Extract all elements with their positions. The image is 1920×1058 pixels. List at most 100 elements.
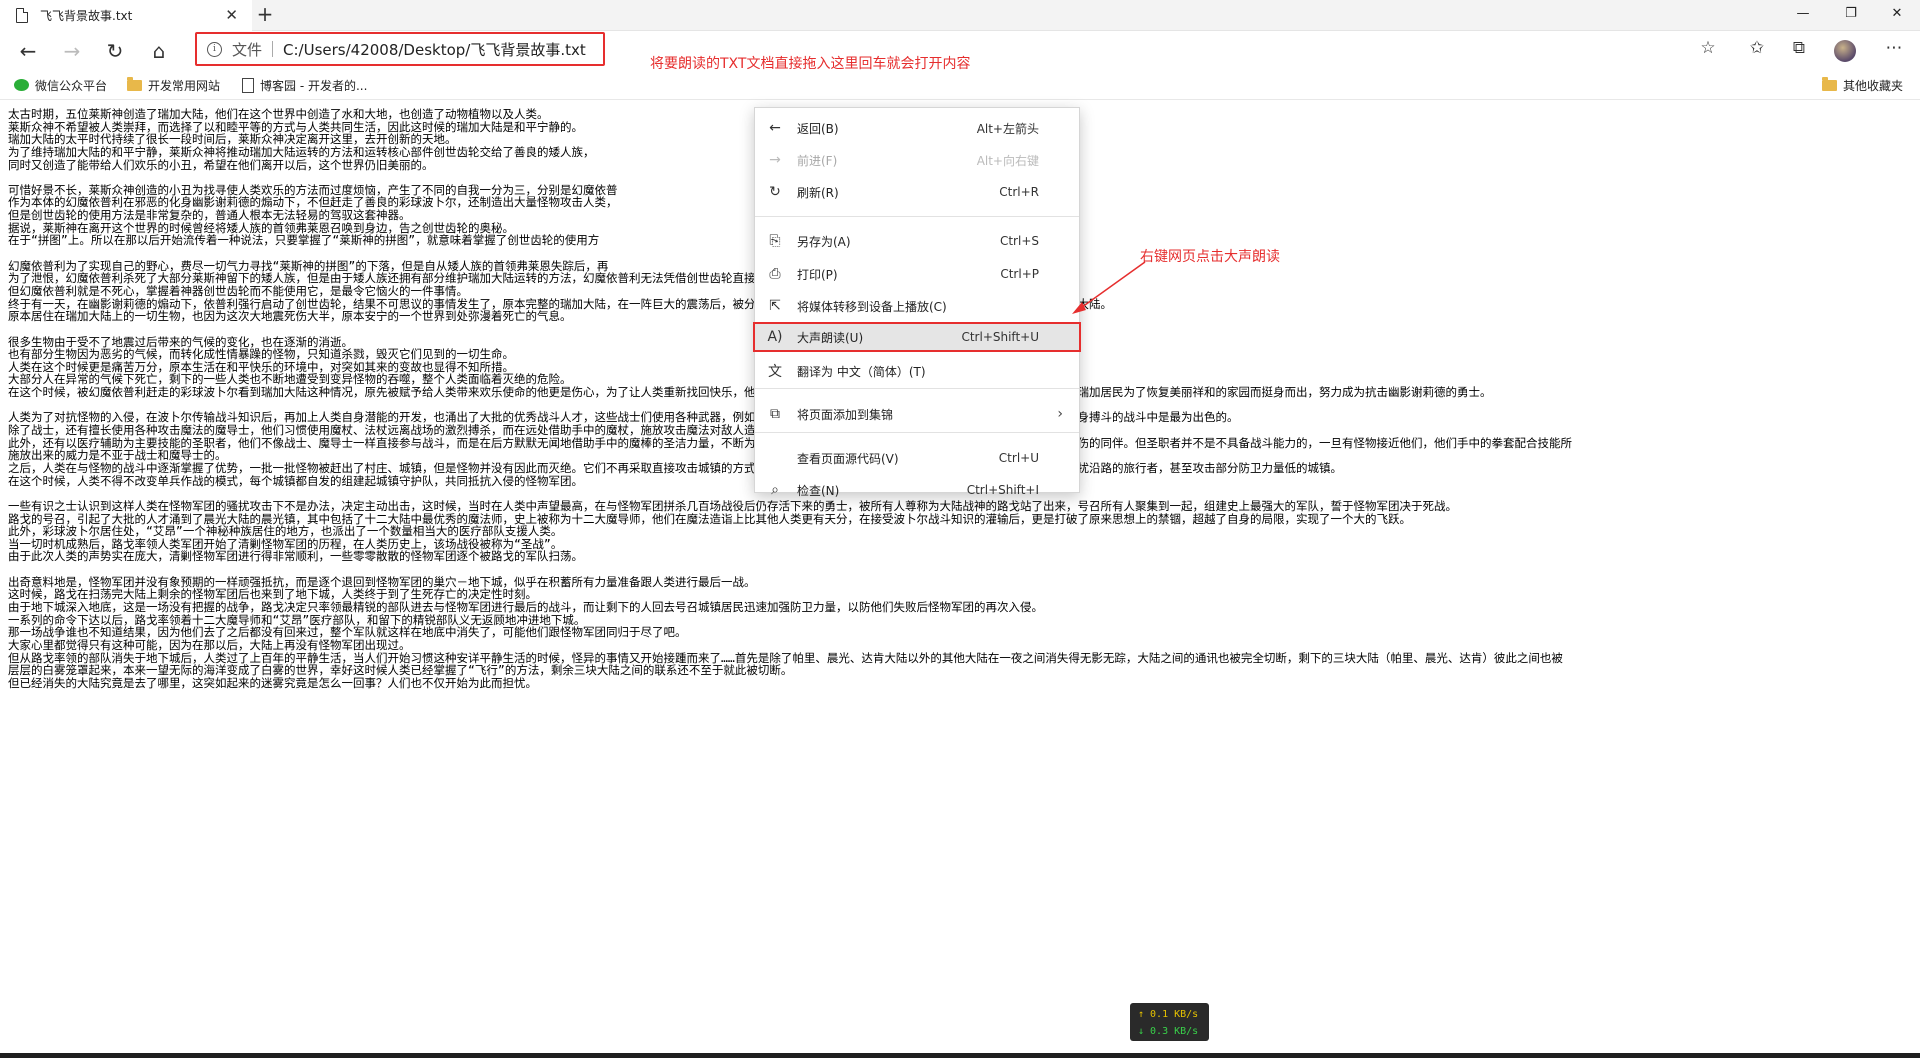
- text-line: 大家心里都觉得只有这种可能，因为在那以后，大陆上再没有怪物军团出现过。: [8, 638, 411, 652]
- menu-item-add-to-collections[interactable]: ⧉ 将页面添加到集锦 ›: [755, 399, 1079, 429]
- annotation-right-click-hint: 右键网页点击大声朗读: [1140, 249, 1280, 265]
- network-speed-widget: ↑ 0.1 KB/s ↓ 0.3 KB/s: [1130, 1003, 1209, 1041]
- new-tab-button[interactable]: +: [252, 2, 278, 28]
- more-menu-icon[interactable]: ⋯: [1880, 34, 1908, 62]
- menu-item-label: 翻译为 中文（简体）(T): [797, 364, 926, 379]
- menu-item-shortcut: Ctrl+U: [998, 451, 1039, 465]
- inspect-icon: ⌕: [771, 482, 779, 498]
- menu-item-label: 前进(F): [797, 153, 838, 168]
- menu-item-translate[interactable]: 文翻译为 中文（简体）(T): [755, 356, 1079, 386]
- menu-item-shortcut: Ctrl+P: [1000, 267, 1039, 281]
- taskbar: [0, 1053, 1920, 1058]
- menu-item-shortcut: Ctrl+Shift+I: [966, 483, 1039, 497]
- refresh-button[interactable]: ↻: [99, 35, 131, 67]
- menu-item-forward: → 前进(F) Alt+向右键: [755, 145, 1079, 175]
- text-line: 当一切时机成熟后，路戈率领人类军团开始了清剿怪物军团的历程，在人类历史上，该场战…: [8, 537, 563, 551]
- address-url[interactable]: C:/Users/42008/Desktop/飞飞背景故事.txt: [283, 39, 586, 60]
- text-line: 由于此次人类的声势实在庞大，清剿怪物军团进行得非常顺利，一些零零散散的怪物军团逐…: [8, 550, 583, 564]
- menu-item-label: 刷新(R): [797, 185, 839, 200]
- text-line: 路戈的号召，引起了大批的人才涌到了晨光大陆的晨光镇，其中包括了十二大陆中最优秀的…: [8, 512, 1411, 526]
- menu-item-label: 将页面添加到集锦: [797, 407, 894, 422]
- upload-speed: ↑ 0.1 KB/s: [1138, 1009, 1199, 1020]
- address-divider: [272, 41, 274, 57]
- menu-item-shortcut: Ctrl+S: [999, 234, 1039, 248]
- menu-item-cast-media[interactable]: ⇱ 将媒体转移到设备上播放(C): [755, 291, 1079, 321]
- other-favorites-label: 其他收藏夹: [1843, 78, 1904, 93]
- other-favorites[interactable]: 其他收藏夹: [1822, 75, 1903, 95]
- tab-strip: 飞飞背景故事.txt ✕ + — ❐ ✕: [0, 0, 1920, 31]
- menu-item-label: 另存为(A): [797, 234, 851, 249]
- favorites-bar: 微信公众平台 开发常用网站 博客园 - 开发者的... 其他收藏夹: [0, 71, 1920, 100]
- window-close-button[interactable]: ✕: [1874, 0, 1920, 30]
- favorite-label: 博客园 - 开发者的...: [260, 78, 368, 93]
- text-line: 那一场战争谁也不知道结果，因为他们去了之后都没有回来过，整个军队就这样在地底中消…: [8, 626, 687, 639]
- document-icon: [16, 8, 28, 23]
- page-icon: [242, 77, 254, 93]
- back-icon: ←: [769, 120, 781, 136]
- text-line: 这时候，路戈在扫荡完大陆上剩余的怪物军团后也来到了地下城，人类终于到了生死存亡的…: [8, 588, 537, 601]
- menu-item-shortcut: Ctrl+Shift+U: [961, 330, 1039, 344]
- menu-item-print[interactable]: ⎙ 打印(P) Ctrl+P: [755, 259, 1079, 289]
- chevron-right-icon: ›: [1057, 406, 1063, 422]
- text-line: 层层的白雾笼罩起来，本来一望无际的海洋变成了白雾的世界，幸好这时候人类已经掌握了…: [8, 664, 793, 677]
- favorite-wechat[interactable]: 微信公众平台: [14, 75, 107, 95]
- menu-item-inspect[interactable]: ⌕ 检查(N) Ctrl+Shift+I: [755, 475, 1079, 505]
- text-line: 但从路戈率领的部队消失于地下城后，人类过了上百年的平静生活，当人们开始习惯这种安…: [8, 651, 1563, 665]
- favorites-icon[interactable]: ✩: [1743, 34, 1771, 62]
- menu-item-shortcut: Alt+向右键: [976, 153, 1039, 168]
- menu-item-label: 将媒体转移到设备上播放(C): [797, 299, 947, 314]
- menu-item-refresh[interactable]: ↻ 刷新(R) Ctrl+R: [755, 177, 1079, 207]
- text-line: 一系列的命令下达以后，路戈率领着十二大魔导师和“艾昂”医疗部队，和留下的精锐部队…: [8, 613, 586, 627]
- home-button[interactable]: ⌂: [143, 35, 175, 67]
- menu-item-view-source[interactable]: 查看页面源代码(V) Ctrl+U: [755, 443, 1079, 473]
- menu-item-label: 返回(B): [797, 121, 839, 136]
- collections-icon: ⧉: [770, 406, 780, 422]
- text-line: 但已经消失的大陆究竟是去了哪里，这突如起来的迷雾究竟是怎么一回事？人们也不仅开始…: [8, 676, 537, 690]
- print-icon: ⎙: [769, 266, 781, 282]
- context-menu: ← 返回(B) Alt+左箭头 → 前进(F) Alt+向右键 ↻ 刷新(R) Ctrl+R ⎘ 另…: [753, 107, 1081, 498]
- text-line: 由于地下城深入地底，这是一场没有把握的战争，路戈决定只率领最精锐的部队进去与怪物…: [8, 600, 1043, 614]
- address-bar[interactable]: i 文件 C:/Users/42008/Desktop/飞飞背景故事.txt: [195, 32, 605, 66]
- restore-button[interactable]: ❐: [1828, 0, 1874, 30]
- info-icon[interactable]: i: [207, 41, 222, 57]
- minimize-button[interactable]: —: [1780, 0, 1826, 30]
- menu-item-save-as[interactable]: ⎘ 另存为(A) Ctrl+S: [755, 226, 1079, 256]
- favorite-label: 开发常用网站: [148, 78, 221, 93]
- collections-icon[interactable]: ⧉: [1785, 34, 1813, 62]
- download-speed: ↓ 0.3 KB/s: [1138, 1026, 1199, 1037]
- folder-icon: [127, 76, 142, 91]
- tab-close-icon[interactable]: ✕: [225, 6, 238, 24]
- forward-button[interactable]: →: [56, 35, 88, 67]
- menu-item-label: 打印(P): [797, 267, 838, 282]
- cast-icon: ⇱: [769, 298, 781, 314]
- text-line: 此外，彩球波卜尔居住处，“艾昂”一个神秘种族居住的地方，也派出了一个数量相当大的…: [8, 525, 563, 538]
- menu-separator: [755, 432, 1079, 433]
- profile-avatar[interactable]: [1834, 40, 1856, 62]
- menu-item-back[interactable]: ← 返回(B) Alt+左箭头: [755, 113, 1079, 143]
- menu-item-label: 查看页面源代码(V): [797, 451, 899, 466]
- menu-item-label: 检查(N): [797, 483, 840, 498]
- back-button[interactable]: ←: [12, 35, 44, 67]
- tab-active[interactable]: 飞飞背景故事.txt ✕: [0, 0, 252, 31]
- favorite-dev-sites[interactable]: 开发常用网站: [127, 75, 220, 95]
- menu-separator: [755, 388, 1079, 389]
- annotation-drag-hint: 将要朗读的TXT文档直接拖入这里回车就会打开内容: [650, 56, 971, 72]
- menu-item-read-aloud[interactable]: A) 大声朗读(U) Ctrl+Shift+U: [753, 322, 1081, 352]
- wechat-icon: [14, 79, 29, 91]
- menu-item-shortcut: Ctrl+R: [999, 185, 1039, 199]
- refresh-icon: ↻: [769, 184, 781, 200]
- favorite-cnblogs[interactable]: 博客园 - 开发者的...: [242, 75, 367, 95]
- menu-separator: [755, 216, 1079, 217]
- forward-icon: →: [769, 152, 781, 168]
- text-line: 出奇意料地是，怪物军团并没有象预期的一样顽强抵抗，而是逐个退回到怪物军团的巢穴－…: [8, 575, 756, 589]
- favorite-label: 微信公众平台: [35, 78, 108, 93]
- folder-icon: [1822, 76, 1837, 91]
- favorite-star-icon[interactable]: ☆: [1694, 34, 1722, 62]
- translate-icon: 文: [768, 364, 782, 380]
- menu-item-shortcut: Alt+左箭头: [976, 121, 1039, 136]
- tab-title: 飞飞背景故事.txt: [40, 9, 133, 23]
- read-aloud-icon: A): [767, 329, 783, 345]
- text-line: [8, 563, 1913, 576]
- address-scheme: 文件: [232, 40, 263, 59]
- menu-item-label: 大声朗读(U): [797, 330, 864, 345]
